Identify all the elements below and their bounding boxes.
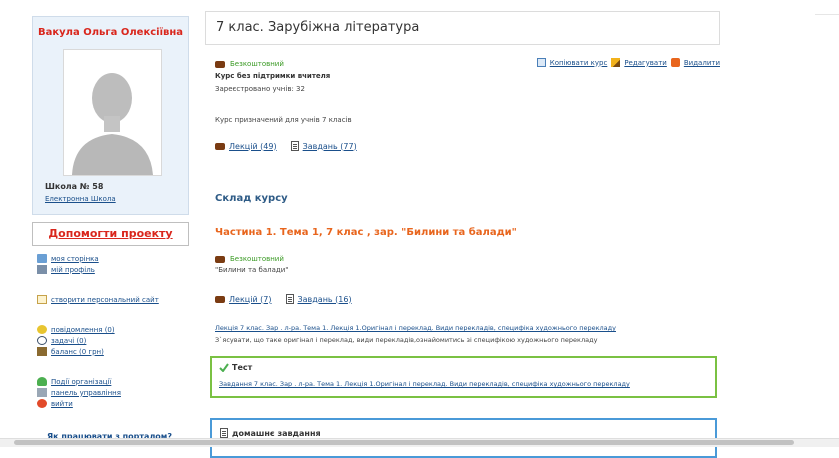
case-icon bbox=[215, 142, 225, 150]
main-content: 7 клас. Зарубіжна література Безкоштовни… bbox=[205, 0, 720, 458]
sidebar-item-my-page[interactable]: моя сторінка bbox=[37, 253, 99, 264]
sidebar-item-create-site[interactable]: створити персональний сайт bbox=[37, 294, 159, 305]
wallet-icon bbox=[37, 347, 47, 356]
part-lectures-link[interactable]: Лекцій (7) bbox=[229, 295, 272, 304]
course-no-teacher: Курс без підтримки вчителя bbox=[215, 72, 331, 80]
sidebar-item-messages[interactable]: повідомлення (0) bbox=[37, 324, 115, 335]
document-icon bbox=[285, 294, 294, 304]
divider bbox=[815, 14, 839, 15]
school-name: Школа № 58 bbox=[45, 182, 104, 191]
course-title: 7 клас. Зарубіжна література bbox=[216, 20, 420, 35]
part-description: "Билини та балади" bbox=[215, 266, 289, 274]
school-link[interactable]: Електронна Школа bbox=[45, 195, 116, 203]
profile-icon bbox=[37, 265, 47, 274]
sidebar-item-control-panel[interactable]: панель управління bbox=[37, 387, 121, 398]
course-lectures-link[interactable]: Лекцій (49) bbox=[229, 142, 277, 151]
help-project-box: Допомогти проекту bbox=[32, 222, 189, 246]
course-counts: Лекцій (49) Завдань (77) bbox=[215, 141, 357, 151]
course-registered: Зареєстровано учнів: 32 bbox=[215, 85, 305, 93]
part-tasks-link[interactable]: Завдань (16) bbox=[298, 295, 352, 304]
profile-card: Вакула Ольга Олексіївна Школа № 58 Елект… bbox=[32, 16, 189, 215]
homework-title: домашнє завдання bbox=[220, 428, 321, 438]
part-title[interactable]: Частина 1. Тема 1, 7 клас , зар. "Билини… bbox=[215, 227, 517, 238]
delete-course-button[interactable]: Видалити bbox=[684, 59, 720, 67]
document-icon bbox=[220, 428, 228, 438]
home-icon bbox=[37, 254, 47, 263]
test-link[interactable]: Завдання 7 клас. Зар . л-ра. Тема 1. Лек… bbox=[219, 380, 630, 388]
case-icon bbox=[215, 60, 225, 68]
avatar[interactable] bbox=[63, 49, 162, 176]
help-project-link[interactable]: Допомогти проекту bbox=[33, 227, 188, 240]
part-counts: Лекцій (7) Завдань (16) bbox=[215, 294, 352, 304]
lecture-description: З`ясувати, що таке оригінал і переклад, … bbox=[215, 336, 598, 344]
lecture-link[interactable]: Лекція 7 клас. Зар . л-ра. Тема 1. Лекці… bbox=[215, 324, 616, 332]
site-icon bbox=[37, 295, 47, 304]
case-icon bbox=[215, 295, 225, 303]
test-box: Тест Завдання 7 клас. Зар . л-ра. Тема 1… bbox=[210, 356, 717, 398]
composition-heading: Склад курсу bbox=[215, 193, 288, 204]
pencil-icon bbox=[611, 58, 621, 67]
part-free-badge: Безкоштовний bbox=[215, 255, 284, 263]
course-tasks-link[interactable]: Завдань (77) bbox=[303, 142, 357, 151]
sidebar-item-events[interactable]: Події організації bbox=[37, 376, 111, 387]
sidebar-item-tasks[interactable]: задачі (0) bbox=[37, 335, 86, 346]
edit-course-button[interactable]: Редагувати bbox=[624, 59, 667, 67]
course-header: 7 клас. Зарубіжна література bbox=[205, 11, 720, 45]
panel-icon bbox=[37, 388, 47, 397]
clock-icon bbox=[37, 336, 47, 345]
sidebar-item-my-profile[interactable]: мій профіль bbox=[37, 264, 95, 275]
exit-icon bbox=[37, 399, 47, 408]
user-name: Вакула Ольга Олексіївна bbox=[38, 27, 183, 38]
copy-course-button[interactable]: Копіювати курс bbox=[550, 59, 608, 67]
copy-icon bbox=[536, 58, 546, 67]
sidebar-item-logout[interactable]: вийти bbox=[37, 398, 73, 409]
avatar-silhouette-icon bbox=[64, 50, 161, 175]
checkmark-icon bbox=[219, 363, 229, 372]
case-icon bbox=[215, 255, 225, 263]
test-title: Тест bbox=[219, 363, 252, 372]
events-icon bbox=[37, 377, 47, 386]
document-icon bbox=[290, 141, 299, 151]
message-icon bbox=[37, 325, 47, 334]
scrollbar-thumb[interactable] bbox=[14, 440, 794, 445]
sidebar-item-balance[interactable]: баланс (0 грн) bbox=[37, 346, 104, 357]
sidebar: Вакула Ольга Олексіївна Школа № 58 Елект… bbox=[32, 0, 189, 446]
course-actions: Копіювати курс Редагувати Видалити bbox=[536, 58, 720, 67]
course-purpose: Курс призначений для учнів 7 класів bbox=[215, 116, 352, 124]
delete-icon bbox=[670, 58, 680, 67]
course-free-badge: Безкоштовний bbox=[215, 60, 284, 68]
